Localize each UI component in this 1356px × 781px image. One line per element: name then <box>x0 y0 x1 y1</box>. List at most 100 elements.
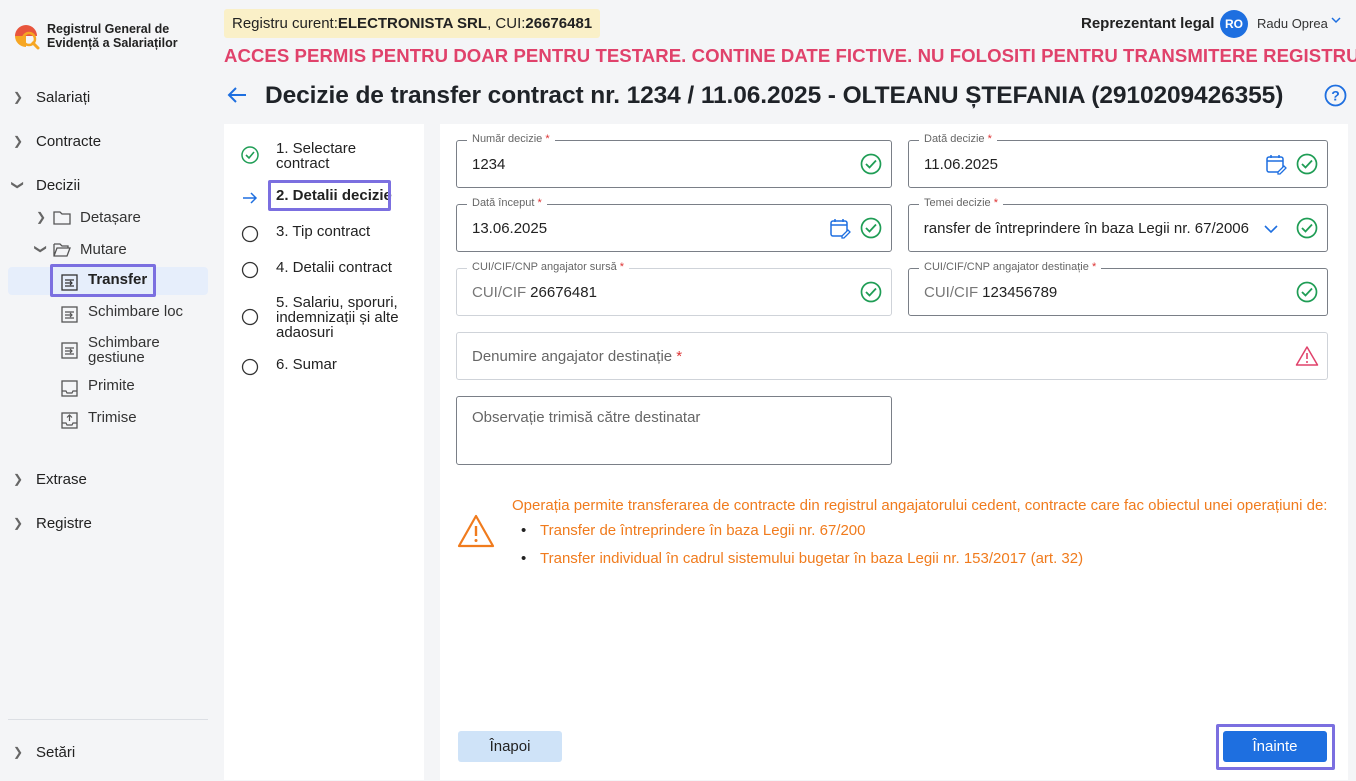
step-6-label: 6. Sumar <box>276 356 337 373</box>
cui-sursa-value: 26676481 <box>530 284 597 301</box>
required-mark: * <box>676 348 683 365</box>
required-mark: * <box>1091 261 1097 273</box>
observatie-textarea[interactable]: Observație trimisă către destinatar <box>456 396 892 465</box>
data-inceput-field[interactable]: Dată început * 13.06.2025 <box>456 197 892 252</box>
current-step-outline <box>268 180 391 211</box>
chevron-right-icon: ❯ <box>12 134 24 148</box>
nav-decizii[interactable]: ❯ Decizii <box>0 172 216 198</box>
chevron-right-icon: ❯ <box>12 472 24 486</box>
nav-detasare[interactable]: ❯ Detașare <box>30 204 141 230</box>
required-mark: * <box>537 197 542 209</box>
denumire-placeholder: Denumire angajator destinație <box>472 348 673 365</box>
nav-primite-label: Primite <box>88 377 135 394</box>
step-5-label-l3: adaosuri <box>276 324 334 341</box>
chevron-right-icon: ❯ <box>12 90 24 104</box>
check-circle-icon <box>860 281 882 303</box>
required-mark: * <box>987 133 992 145</box>
chevron-down-icon[interactable] <box>1263 221 1279 237</box>
transfer-icon <box>60 341 78 359</box>
step-4-label: 4. Detalii contract <box>276 259 392 276</box>
numar-decizie-field[interactable]: Număr decizie * 1234 <box>456 133 892 188</box>
nav-primite[interactable]: Primite <box>60 378 135 397</box>
data-decizie-value[interactable]: 11.06.2025 <box>924 156 998 173</box>
nav-schimbare-loc[interactable]: Schimbare loc <box>60 304 183 323</box>
check-circle-icon <box>240 145 260 165</box>
registry-cui: 26676481 <box>525 15 593 32</box>
step-sumar[interactable]: 6. Sumar <box>240 357 337 377</box>
circle-icon <box>240 357 260 377</box>
temei-decizie-select[interactable]: Temei decizie * Transfer de întreprinder… <box>908 197 1328 252</box>
chevron-right-icon: ❯ <box>12 516 24 530</box>
chevron-down-icon: ❯ <box>11 179 25 191</box>
next-button[interactable]: Înainte <box>1223 731 1327 762</box>
user-name[interactable]: Radu Oprea <box>1257 16 1328 31</box>
nav-detasare-label: Detașare <box>80 208 141 226</box>
step-selectare-contract[interactable]: 1. Selectare contract <box>240 141 356 171</box>
wizard-steps: 1. Selectare contract 2. Detalii decizie… <box>224 124 424 780</box>
arrow-right-icon <box>240 188 260 208</box>
data-decizie-label: Dată decizie <box>924 133 985 145</box>
nav-schimbare-loc-label: Schimbare loc <box>88 303 184 320</box>
step-detalii-contract[interactable]: 4. Detalii contract <box>240 260 392 280</box>
cui-angajator-destinatie-field[interactable]: CUI/CIF/CNP angajator destinație * CUI/C… <box>908 261 1328 316</box>
check-circle-icon <box>1296 153 1318 175</box>
nav-salariati[interactable]: ❯ Salariați <box>0 84 216 110</box>
step-tip-contract[interactable]: 3. Tip contract <box>240 224 370 244</box>
numar-decizie-value[interactable]: 1234 <box>472 156 505 173</box>
cui-sursa-prefix: CUI/CIF <box>472 284 527 301</box>
temei-decizie-label: Temei decizie <box>924 197 991 209</box>
nav-registre-label: Registre <box>36 514 92 532</box>
nav-registre[interactable]: ❯ Registre <box>0 510 216 536</box>
nav-contracte[interactable]: ❯ Contracte <box>0 128 216 154</box>
circle-icon <box>240 260 260 280</box>
folder-open-icon <box>52 241 72 257</box>
info-list: Transfer de întreprindere în baza Legii … <box>520 522 1083 578</box>
nav-trimise-label: Trimise <box>88 409 137 426</box>
page-title: Decizie de transfer contract nr. 1234 / … <box>265 82 1284 109</box>
calendar-edit-icon[interactable] <box>829 217 851 239</box>
app-logo[interactable]: Registrul General de Evidență a Salariaț… <box>12 22 178 50</box>
chevron-down-icon[interactable] <box>1330 14 1342 29</box>
transfer-icon <box>60 305 78 323</box>
list-item: Transfer individual în cadrul sistemului… <box>520 550 1083 578</box>
check-circle-icon <box>860 217 882 239</box>
back-button[interactable]: Înapoi <box>458 731 562 762</box>
help-icon[interactable]: ? <box>1324 84 1347 107</box>
required-mark: * <box>993 197 998 209</box>
required-mark: * <box>545 133 550 145</box>
back-arrow-icon[interactable] <box>226 84 248 106</box>
step-salariu-sporuri[interactable]: 5. Salariu, sporuri, indemnizații și alt… <box>240 295 399 340</box>
avatar[interactable]: RO <box>1220 10 1248 38</box>
nav-mutare[interactable]: ❯ Mutare <box>30 236 127 262</box>
outbox-icon <box>60 411 78 429</box>
warning-triangle-icon <box>1295 345 1319 367</box>
nav-contracte-label: Contracte <box>36 132 102 150</box>
nav-trimise[interactable]: Trimise <box>60 410 137 429</box>
cui-dest-prefix: CUI/CIF <box>924 284 979 301</box>
circle-icon <box>240 224 260 244</box>
nav-salariati-label: Salariați <box>36 88 91 106</box>
registry-company: ELECTRONISTA SRL <box>337 15 488 32</box>
data-decizie-field[interactable]: Dată decizie * 11.06.2025 <box>908 133 1328 188</box>
cui-angajator-sursa-field: CUI/CIF/CNP angajator sursă * CUI/CIF 266… <box>456 261 892 316</box>
numar-decizie-label: Număr decizie <box>472 133 543 145</box>
chevron-down-icon: ❯ <box>34 243 48 255</box>
nav-schimbare-gestiune-label-l2: gestiune <box>88 349 145 366</box>
list-item: Transfer de întreprindere în baza Legii … <box>520 522 1083 550</box>
nav-schimbare-gestiune[interactable]: Schimbare gestiune <box>60 335 160 365</box>
step-1-label-l1: 1. Selectare <box>276 140 357 157</box>
info-message: Operația permite transferarea de contrac… <box>512 497 1328 514</box>
check-circle-icon <box>1296 281 1318 303</box>
check-circle-icon <box>860 153 882 175</box>
temei-decizie-value[interactable]: Transfer de întreprindere în baza Legii … <box>924 220 1249 237</box>
cui-dest-value[interactable]: 123456789 <box>982 284 1057 301</box>
nav-schimbare-gestiune-label-l1: Schimbare <box>88 334 160 351</box>
nav-extrase[interactable]: ❯ Extrase <box>0 466 216 492</box>
inbox-icon <box>60 379 78 397</box>
calendar-edit-icon[interactable] <box>1265 153 1287 175</box>
nav-extrase-label: Extrase <box>36 470 87 488</box>
data-inceput-value[interactable]: 13.06.2025 <box>472 220 547 237</box>
folder-icon <box>52 209 72 225</box>
sidebar-divider <box>8 719 208 720</box>
nav-setari[interactable]: ❯ Setări <box>0 739 216 765</box>
